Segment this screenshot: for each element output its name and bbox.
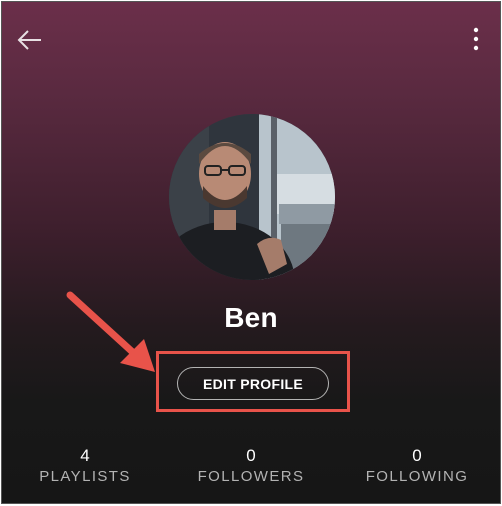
stat-count: 0 [246, 446, 256, 465]
more-options-button[interactable] [466, 24, 486, 56]
arrow-left-icon [17, 30, 41, 50]
avatar[interactable] [169, 114, 335, 280]
stat-count: 0 [412, 446, 422, 465]
back-button[interactable] [14, 24, 46, 56]
stat-label: FOLLOWING [365, 468, 469, 485]
profile-photo [169, 114, 335, 280]
stat-following[interactable]: 0 FOLLOWING [334, 446, 500, 485]
annotation-arrow-icon [66, 291, 155, 372]
stat-label: PLAYLISTS [39, 468, 131, 485]
profile-stats: 4 PLAYLISTS 0 FOLLOWERS 0 FOLLOWING [2, 446, 500, 485]
more-vertical-icon [473, 27, 479, 51]
stat-count: 4 [80, 446, 90, 465]
edit-profile-button[interactable]: EDIT PROFILE [177, 367, 329, 400]
stat-playlists[interactable]: 4 PLAYLISTS [2, 446, 168, 485]
stat-followers[interactable]: 0 FOLLOWERS [168, 446, 334, 485]
profile-screen: Ben EDIT PROFILE 4 PLAYLISTS 0 FOLLOWERS… [1, 1, 501, 504]
stat-label: FOLLOWERS [197, 468, 305, 485]
